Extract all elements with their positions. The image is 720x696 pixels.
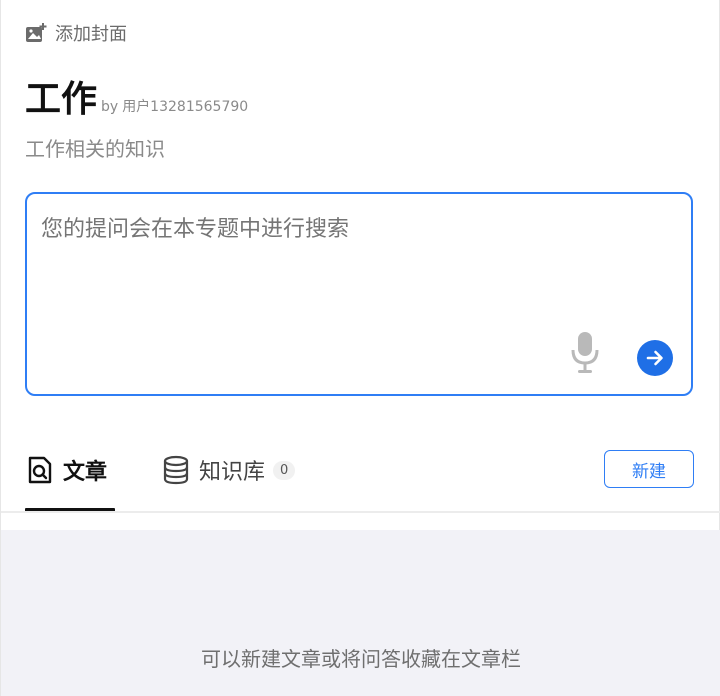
page-title: 工作	[25, 79, 98, 120]
tabs-divider	[1, 511, 720, 513]
send-button[interactable]	[637, 340, 673, 376]
tab-bar: 文章 知识库 0	[25, 446, 296, 494]
document-search-icon	[28, 456, 52, 484]
author-line: by 用户13281565790	[101, 96, 248, 116]
add-cover-label: 添加封面	[55, 24, 127, 45]
topic-description: 工作相关的知识	[25, 137, 165, 161]
new-article-button[interactable]: 新建	[604, 450, 694, 488]
tab-knowledge-base[interactable]: 知识库 0	[161, 446, 296, 494]
arrow-right-icon	[646, 350, 663, 366]
title-row: 工作 by 用户13281565790	[25, 80, 248, 120]
topic-page: 添加封面 工作 by 用户13281565790 工作相关的知识 您的提问会在本…	[0, 0, 720, 696]
tab-articles[interactable]: 文章	[25, 446, 107, 494]
query-input[interactable]	[41, 216, 641, 242]
tab-knowledge-base-label: 知识库	[199, 460, 266, 485]
microphone-icon	[571, 332, 599, 373]
knowledge-base-count-badge: 0	[273, 460, 296, 480]
database-icon	[163, 455, 189, 485]
voice-input-button[interactable]	[569, 330, 601, 378]
articles-content-area: 可以新建文章或将问答收藏在文章栏	[1, 530, 720, 696]
empty-state-hint: 可以新建文章或将问答收藏在文章栏	[201, 647, 521, 671]
query-box	[25, 192, 693, 396]
tab-articles-label: 文章	[63, 460, 108, 485]
image-add-icon	[26, 23, 47, 42]
add-cover-button[interactable]: 添加封面	[25, 20, 127, 46]
author-prefix: by	[101, 99, 119, 115]
author-name: 用户13281565790	[122, 99, 249, 115]
